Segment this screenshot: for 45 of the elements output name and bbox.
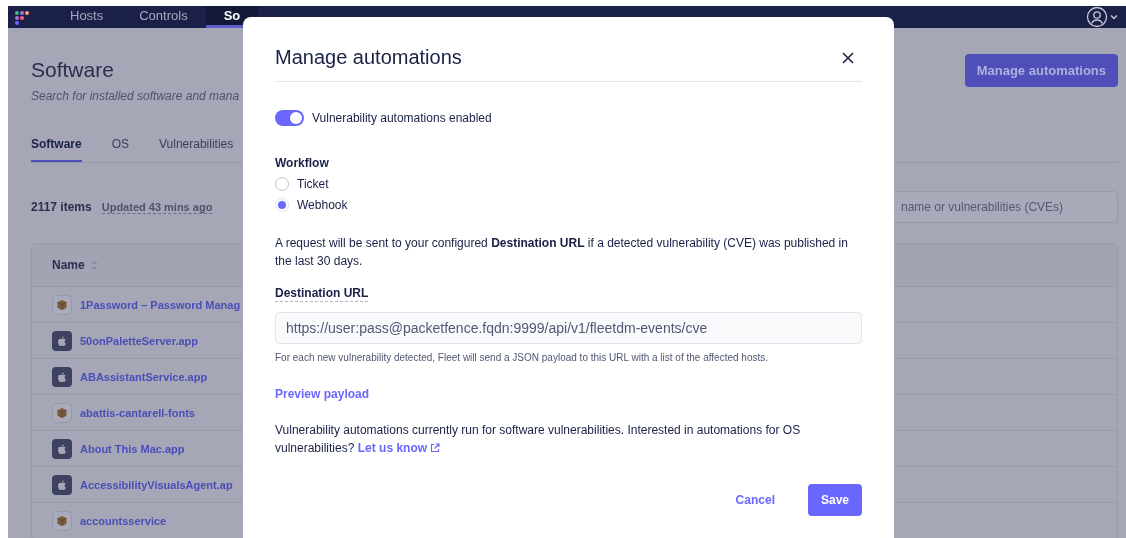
software-name-link[interactable]: ABAssistantService.app xyxy=(80,370,208,383)
package-icon xyxy=(52,294,72,315)
apple-app-icon xyxy=(52,330,72,351)
software-name-link[interactable]: About This Mac.app xyxy=(80,442,185,455)
column-header[interactable]: Name xyxy=(52,258,85,272)
external-link-icon[interactable] xyxy=(430,443,441,453)
page-subtitle: Search for installed software and mana xyxy=(31,89,240,103)
apple-app-icon xyxy=(52,474,72,495)
help-text: For each new vulnerability detected, Fleet will send a JSON payload to this URL with a list of the affected hosts. xyxy=(275,352,770,363)
tab[interactable]: OS xyxy=(111,137,130,162)
close-icon[interactable] xyxy=(842,51,854,64)
package-icon xyxy=(52,402,72,423)
dialog-title: Manage automations xyxy=(275,46,462,69)
nav-tab[interactable]: Hosts xyxy=(52,6,122,28)
software-name-link[interactable]: AccessibilityVisualsAgent.ap xyxy=(80,478,233,491)
workflow-label: Workflow xyxy=(275,156,330,170)
apple-app-icon xyxy=(52,438,72,459)
logo-icon[interactable] xyxy=(14,10,32,28)
software-name-link[interactable]: 1Password – Password Manag xyxy=(80,298,241,311)
destination-url-field[interactable]: https://user:pass@packetfence.fqdn:9999/api/v1/fleetdm-events/cve xyxy=(275,312,862,344)
software-name-link[interactable]: abattis-cantarell-fonts xyxy=(80,406,195,419)
item-count: 2117 items xyxy=(31,200,92,214)
software-name-link[interactable]: 50onPaletteServer.app xyxy=(80,334,198,347)
let-us-know-link[interactable]: Let us know xyxy=(357,441,441,455)
field-label: Destination URL xyxy=(275,286,369,302)
toggle-switch[interactable] xyxy=(275,110,304,126)
preview-payload-link[interactable]: Preview payload xyxy=(275,387,370,401)
chevron-down-icon[interactable] xyxy=(1110,14,1118,20)
updated-time: Updated 43 mins ago xyxy=(101,200,213,214)
note-text: Vulnerability automations currently run for software vulnerabilities. Interested in automations for OS vulnerabilities? Let us know xyxy=(275,422,802,457)
avatar-icon[interactable] xyxy=(1086,6,1108,28)
toggle-label: Vulnerability automations enabled xyxy=(312,111,492,125)
description-text: A request will be sent to your configured Destination URL if a detected vulnerability (CVE) was published in the last 30 days. xyxy=(275,235,849,270)
radio-label: Ticket xyxy=(297,177,329,191)
page-title: Software xyxy=(31,58,115,82)
cancel-button[interactable]: Cancel xyxy=(722,484,788,516)
manage-automations-button[interactable]: Manage automations xyxy=(964,54,1118,87)
nav-tab[interactable]: Controls xyxy=(121,6,206,28)
apple-app-icon xyxy=(52,366,72,387)
save-button[interactable]: Save xyxy=(807,484,862,516)
package-icon xyxy=(52,510,72,531)
tab[interactable]: Software xyxy=(31,137,82,162)
radio-label: Webhook xyxy=(297,198,348,212)
tab[interactable]: Vulnerabilities xyxy=(159,137,234,162)
software-name-link[interactable]: accountsservice xyxy=(80,514,167,527)
